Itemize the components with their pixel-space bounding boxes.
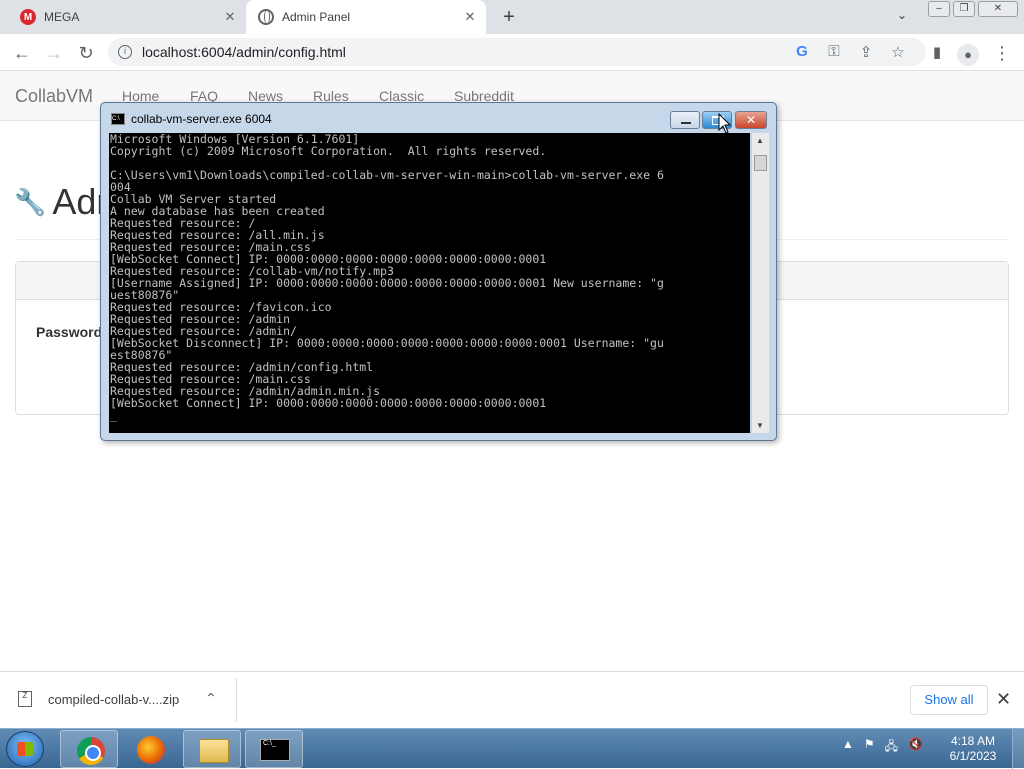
browser-tab-strip: M MEGA ✕ Admin Panel ✕ + ⌄ – ❐ ✕ bbox=[0, 0, 1024, 34]
page-heading: 🔧 Adr bbox=[14, 181, 108, 223]
console-line: C:\Users\vm1\Downloads\compiled-collab-v… bbox=[110, 168, 664, 182]
close-window-button[interactable]: ✕ bbox=[978, 1, 1018, 17]
console-title: collab-vm-server.exe 6004 bbox=[131, 112, 272, 126]
menu-kebab-icon[interactable]: ⋮ bbox=[990, 41, 1014, 65]
start-button[interactable] bbox=[6, 731, 44, 767]
download-filename[interactable]: compiled-collab-v....zip bbox=[48, 692, 179, 707]
chevron-up-icon[interactable]: ⌃ bbox=[205, 690, 217, 707]
site-brand[interactable]: CollabVM bbox=[15, 86, 93, 107]
show-hidden-icons-icon[interactable]: ▲ bbox=[842, 737, 854, 758]
scroll-up-icon[interactable]: ▲ bbox=[756, 136, 764, 145]
address-bar[interactable]: i localhost:6004/admin/config.html G ⚿ ⇪… bbox=[108, 38, 926, 66]
taskbar-cmd[interactable]: C:\_ bbox=[245, 730, 303, 768]
console-output[interactable]: Microsoft Windows [Version 6.1.7601] Copy… bbox=[109, 133, 750, 433]
console-scrollbar[interactable]: ▲ ▼ bbox=[751, 133, 769, 433]
chrome-icon bbox=[77, 737, 105, 765]
bookmark-star-icon[interactable]: ☆ bbox=[888, 43, 908, 61]
taskbar-firefox[interactable] bbox=[121, 730, 179, 768]
tab-title: MEGA bbox=[44, 10, 80, 24]
google-lens-icon[interactable]: G bbox=[792, 43, 812, 60]
site-info-icon[interactable]: i bbox=[118, 45, 132, 59]
restore-window-button[interactable]: ❐ bbox=[953, 1, 975, 17]
show-desktop-button[interactable] bbox=[1012, 729, 1024, 769]
tab-search-chevron-icon[interactable]: ⌄ bbox=[897, 8, 907, 22]
cmd-icon: C:\_ bbox=[260, 739, 290, 761]
key-icon[interactable]: ⚿ bbox=[824, 43, 844, 60]
console-line: _ bbox=[110, 408, 117, 422]
tab-title: Admin Panel bbox=[282, 10, 351, 24]
firefox-icon bbox=[137, 736, 165, 764]
browser-toolbar: ← → ↻ i localhost:6004/admin/config.html… bbox=[0, 34, 1024, 71]
scroll-thumb[interactable] bbox=[754, 155, 767, 171]
download-item[interactable]: Z compiled-collab-v....zip bbox=[18, 691, 179, 707]
system-tray: ▲ ⚑ 🖧 🔇 bbox=[842, 737, 923, 758]
mouse-cursor-icon bbox=[718, 113, 732, 134]
cmd-icon: C:\ bbox=[111, 113, 125, 125]
forward-button[interactable]: → bbox=[42, 41, 66, 65]
taskbar-chrome[interactable] bbox=[60, 730, 118, 768]
network-icon[interactable]: 🖧 bbox=[885, 737, 898, 758]
windows-taskbar: C:\_ ▲ ⚑ 🖧 🔇 4:18 AM 6/1/2023 bbox=[0, 728, 1024, 769]
url-text[interactable]: localhost:6004/admin/config.html bbox=[142, 44, 346, 60]
console-line: Copyright (c) 2009 Microsoft Corporation… bbox=[110, 144, 547, 158]
profile-avatar[interactable]: ● bbox=[956, 41, 980, 66]
password-label: Password bbox=[36, 324, 103, 340]
back-button[interactable]: ← bbox=[10, 41, 34, 65]
console-line: [Username Assigned] IP: 0000:0000:0000:0… bbox=[110, 276, 664, 290]
new-tab-button[interactable]: + bbox=[498, 6, 520, 28]
globe-icon bbox=[258, 9, 274, 25]
action-center-icon[interactable]: ⚑ bbox=[864, 737, 875, 758]
close-tab-icon[interactable]: ✕ bbox=[462, 9, 478, 25]
console-line: [WebSocket Connect] IP: 0000:0000:0000:0… bbox=[110, 396, 547, 410]
console-window[interactable]: C:\ collab-vm-server.exe 6004 ✕ Microsof… bbox=[100, 102, 777, 441]
divider bbox=[236, 678, 237, 722]
side-panel-icon[interactable]: ▮ bbox=[925, 41, 949, 65]
folder-icon bbox=[199, 739, 229, 763]
zip-file-icon: Z bbox=[18, 691, 32, 707]
console-close-button[interactable]: ✕ bbox=[735, 111, 767, 129]
taskbar-explorer[interactable] bbox=[183, 730, 241, 768]
downloads-bar: Z compiled-collab-v....zip ⌃ Show all ✕ bbox=[0, 671, 1024, 728]
console-minimize-button[interactable] bbox=[670, 111, 700, 129]
scroll-down-icon[interactable]: ▼ bbox=[756, 421, 764, 430]
minimize-window-button[interactable]: – bbox=[928, 1, 950, 17]
wrench-icon: 🔧 bbox=[14, 186, 47, 217]
clock-date: 6/1/2023 bbox=[949, 749, 997, 763]
clock-time: 4:18 AM bbox=[950, 734, 996, 748]
console-line: [WebSocket Disconnect] IP: 0000:0000:000… bbox=[110, 336, 664, 350]
mega-logo-icon: M bbox=[20, 9, 36, 25]
show-all-button[interactable]: Show all bbox=[910, 685, 988, 715]
console-text: Microsoft Windows [Version 6.1.7601] Copy… bbox=[109, 133, 750, 421]
share-icon[interactable]: ⇪ bbox=[856, 43, 876, 61]
tab-admin-panel[interactable]: Admin Panel ✕ bbox=[246, 0, 486, 34]
clock[interactable]: 4:18 AM 6/1/2023 bbox=[940, 734, 1006, 764]
windows-logo-icon bbox=[17, 742, 33, 756]
close-tab-icon[interactable]: ✕ bbox=[222, 9, 238, 25]
tab-mega[interactable]: M MEGA ✕ bbox=[0, 0, 246, 34]
volume-muted-icon[interactable]: 🔇 bbox=[908, 737, 923, 758]
close-downloads-icon[interactable]: ✕ bbox=[996, 689, 1011, 710]
reload-button[interactable]: ↻ bbox=[74, 41, 98, 65]
